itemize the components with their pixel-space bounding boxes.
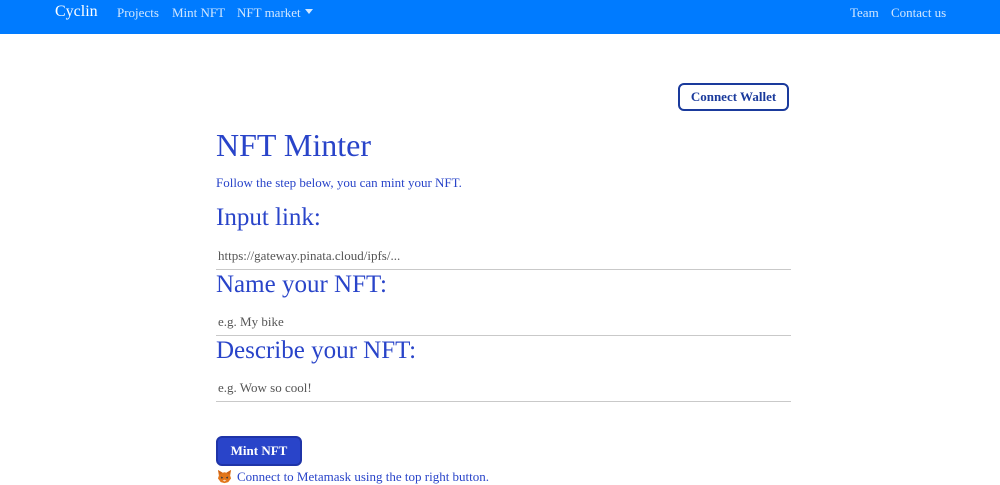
page-subtitle: Follow the step below, you can mint your… <box>216 175 462 190</box>
nav-dropdown-label: NFT market <box>237 5 301 20</box>
brand-logo[interactable]: Cyclin <box>55 3 98 21</box>
nav-link-team[interactable]: Team <box>850 5 879 21</box>
status-text: Connect to Metamask using the top right … <box>237 469 490 484</box>
status-message: Connect to Metamask using the top right … <box>217 468 489 485</box>
name-input[interactable] <box>216 308 791 336</box>
metamask-fox-icon <box>217 469 232 484</box>
top-navbar: Cyclin Projects Mint NFT NFT market Team… <box>0 0 1000 34</box>
name-field-label: Name your NFT: <box>216 271 387 298</box>
nav-dropdown-nft-market[interactable]: NFT market <box>237 5 313 21</box>
link-field-label: Input link: <box>216 204 321 231</box>
nav-link-projects[interactable]: Projects <box>117 5 159 21</box>
connect-wallet-button[interactable]: Connect Wallet <box>678 83 789 111</box>
mint-nft-button[interactable]: Mint NFT <box>216 436 302 466</box>
nav-link-contact-us[interactable]: Contact us <box>891 5 946 21</box>
description-input[interactable] <box>216 374 791 402</box>
caret-down-icon <box>304 9 313 14</box>
page-title: NFT Minter <box>216 127 371 163</box>
link-input[interactable] <box>216 242 791 270</box>
description-field-label: Describe your NFT: <box>216 337 417 364</box>
nav-link-mint-nft[interactable]: Mint NFT <box>172 5 225 21</box>
